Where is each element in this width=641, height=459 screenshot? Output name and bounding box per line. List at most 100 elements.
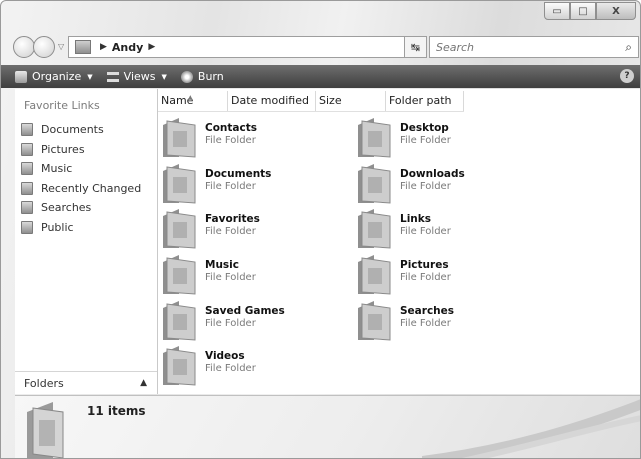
search-icon[interactable]: ⌕ xyxy=(625,40,632,55)
column-header-size[interactable]: Size xyxy=(316,91,386,111)
documents-folder-icon xyxy=(163,164,196,204)
contacts-folder-icon xyxy=(163,118,196,158)
search-input[interactable] xyxy=(430,39,608,55)
folder-item[interactable]: Pictures File Folder xyxy=(356,252,546,296)
documents-icon xyxy=(21,123,33,137)
folder-item[interactable]: Music File Folder xyxy=(161,252,351,296)
folder-name: Links xyxy=(400,213,431,225)
folder-type: File Folder xyxy=(205,181,256,192)
downloads-folder-icon xyxy=(358,164,391,204)
refresh-icon: ↹ xyxy=(410,40,421,54)
desktop-folder-icon xyxy=(358,118,391,158)
folder-item[interactable]: Saved Games File Folder xyxy=(161,298,351,342)
details-pane: 11 items xyxy=(15,395,640,458)
organize-button[interactable]: Organize ▼ xyxy=(15,70,93,83)
favorite-link-label: Documents xyxy=(41,123,104,137)
folder-name: Videos xyxy=(205,350,245,362)
folders-toggle[interactable]: Folders ▲ xyxy=(15,371,157,394)
folder-name: Searches xyxy=(400,305,455,317)
folder-item[interactable]: Links File Folder xyxy=(356,206,546,250)
public-icon xyxy=(21,220,33,234)
pictures-icon xyxy=(21,142,33,156)
folder-type: File Folder xyxy=(205,363,256,374)
maximize-button[interactable]: □ xyxy=(570,2,596,20)
favorite-link-label: Public xyxy=(41,220,74,234)
folder-item[interactable]: Contacts File Folder xyxy=(161,115,351,159)
burn-disc-icon xyxy=(180,70,193,83)
folder-name: Saved Games xyxy=(205,305,285,317)
music-icon xyxy=(21,162,33,176)
chevron-down-icon: ▼ xyxy=(161,72,167,81)
decorative-swoosh xyxy=(422,399,640,458)
breadcrumb-chevron-icon[interactable]: ▶ xyxy=(100,42,107,52)
favorite-link-label: Recently Changed xyxy=(41,181,142,195)
maximize-icon: □ xyxy=(578,5,588,17)
navigation-pane: Favorite Links Documents Pictures Music … xyxy=(15,89,158,394)
close-button[interactable]: X xyxy=(596,2,636,20)
organize-label: Organize xyxy=(32,70,82,83)
forward-button[interactable] xyxy=(33,36,55,58)
favorite-link-pictures[interactable]: Pictures xyxy=(21,140,141,160)
breadcrumb-chevron-icon[interactable]: ▶ xyxy=(148,42,155,52)
address-bar[interactable]: ▶ Andy ▶ ▼ xyxy=(68,36,418,58)
searches-folder-icon xyxy=(358,301,391,341)
item-count: 11 items xyxy=(87,404,146,418)
folder-type: File Folder xyxy=(205,226,256,237)
folder-item[interactable]: Downloads File Folder xyxy=(356,161,546,205)
folder-name: Contacts xyxy=(205,122,257,134)
folder-type: File Folder xyxy=(400,135,451,146)
folder-type: File Folder xyxy=(400,226,451,237)
organize-icon xyxy=(15,70,27,83)
favorites-folder-icon xyxy=(163,209,196,249)
folder-type: File Folder xyxy=(205,135,256,146)
minimize-button[interactable]: ▭ xyxy=(544,2,570,20)
recent-pages-dropdown-icon[interactable]: ▽ xyxy=(58,42,64,51)
favorite-link-searches[interactable]: Searches xyxy=(21,198,141,218)
favorite-link-label: Pictures xyxy=(41,142,85,156)
folder-name: Music xyxy=(205,259,239,271)
column-header-name[interactable]: Name ▲ xyxy=(158,91,228,111)
refresh-button[interactable]: ↹ xyxy=(404,36,427,58)
column-headers: Name ▲ Date modified Size Folder path xyxy=(158,91,464,112)
views-button[interactable]: Views ▼ xyxy=(106,70,167,83)
folder-item[interactable]: Favorites File Folder xyxy=(161,206,351,250)
back-button[interactable] xyxy=(13,36,35,58)
favorite-link-public[interactable]: Public xyxy=(21,218,141,238)
minimize-icon: ▭ xyxy=(552,5,562,17)
breadcrumb-andy[interactable]: Andy xyxy=(112,41,143,54)
burn-button[interactable]: Burn xyxy=(180,70,224,83)
folder-name: Desktop xyxy=(400,122,449,134)
sort-arrow-icon: ▲ xyxy=(188,94,193,101)
folder-name: Pictures xyxy=(400,259,449,271)
folder-item[interactable]: Videos File Folder xyxy=(161,343,351,387)
saved-games-folder-icon xyxy=(163,301,196,341)
column-header-label: Folder path xyxy=(389,94,452,107)
folder-type: File Folder xyxy=(205,318,256,329)
column-header-date-modified[interactable]: Date modified xyxy=(228,91,316,111)
close-icon: X xyxy=(612,5,620,17)
help-button[interactable]: ? xyxy=(620,69,634,83)
search-box[interactable]: ⌕ xyxy=(429,36,639,58)
column-header-folder-path[interactable]: Folder path xyxy=(386,91,464,111)
favorite-link-recently-changed[interactable]: Recently Changed xyxy=(21,179,141,199)
music-folder-icon xyxy=(163,255,196,295)
favorite-link-music[interactable]: Music xyxy=(21,159,141,179)
folder-type: File Folder xyxy=(400,181,451,192)
folder-item[interactable]: Desktop File Folder xyxy=(356,115,546,159)
links-folder-icon xyxy=(358,209,391,249)
folder-name: Downloads xyxy=(400,168,465,180)
help-icon: ? xyxy=(624,71,630,81)
column-header-label: Size xyxy=(319,94,342,107)
explorer-window: ▭ □ X ▽ ▶ Andy ▶ ▼ ↹ ⌕ Organize ▼ Views … xyxy=(0,0,641,459)
views-label: Views xyxy=(123,70,156,83)
folder-item[interactable]: Searches File Folder xyxy=(356,298,546,342)
folder-type: File Folder xyxy=(400,318,451,329)
favorite-link-documents[interactable]: Documents xyxy=(21,120,141,140)
folder-item[interactable]: Documents File Folder xyxy=(161,161,351,205)
column-header-label: Date modified xyxy=(231,94,309,107)
file-list: Name ▲ Date modified Size Folder path Con… xyxy=(158,89,640,394)
favorite-link-label: Music xyxy=(41,162,73,176)
favorite-link-label: Searches xyxy=(41,201,92,215)
searches-icon xyxy=(21,201,33,215)
folder-name: Favorites xyxy=(205,213,260,225)
